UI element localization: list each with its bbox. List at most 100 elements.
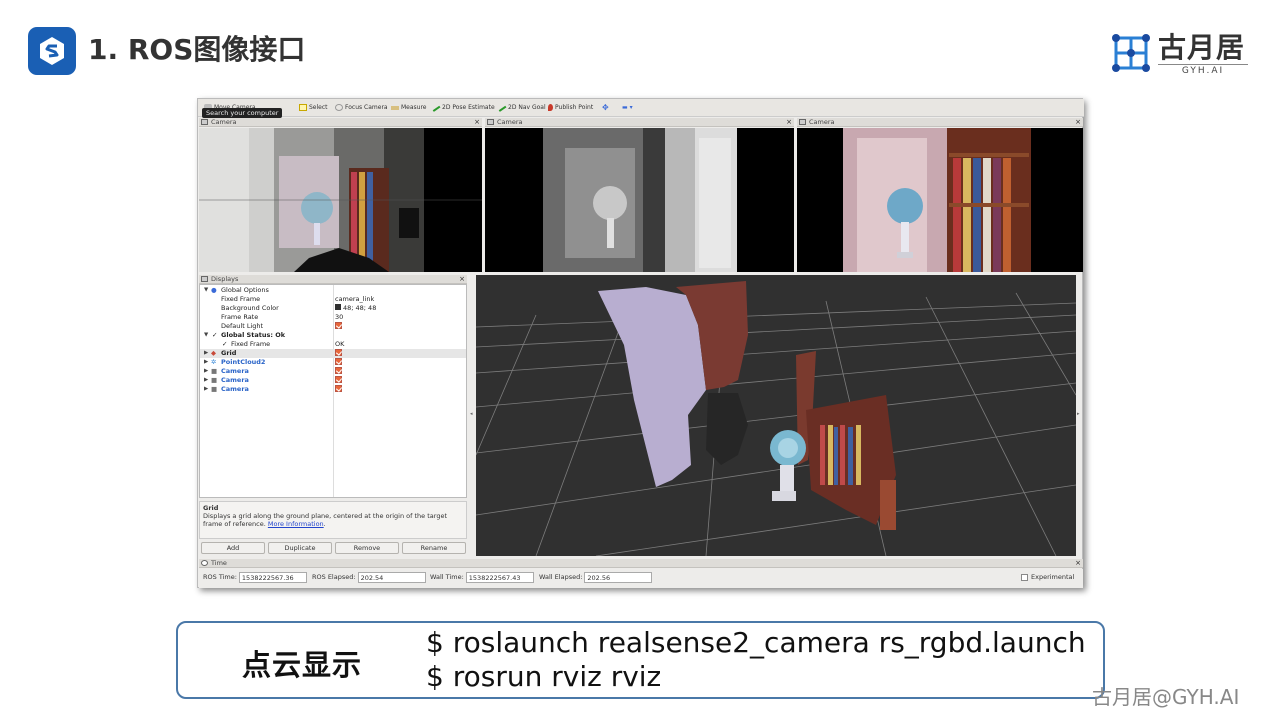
pointcloud-render <box>476 281 1076 556</box>
checkbox-icon[interactable] <box>335 375 342 383</box>
collapse-arrow-icon[interactable]: ▶ <box>204 358 208 367</box>
add-button[interactable]: Add <box>201 542 265 554</box>
command-box: 点云显示 $ roslaunch realsense2_camera rs_rg… <box>176 621 1105 699</box>
close-icon[interactable]: × <box>786 118 792 127</box>
watermark: 古月居@GYH.AI <box>1092 685 1240 709</box>
tree-row-global-options[interactable]: ▼ ● Global Options <box>200 286 466 295</box>
checkmark-icon: ✓ <box>212 331 218 339</box>
camera-icon: ■ <box>211 385 218 393</box>
checkbox-icon[interactable] <box>335 357 342 365</box>
tool-2d-pose-estimate[interactable]: 2D Pose Estimate <box>431 103 495 113</box>
checkbox-icon[interactable] <box>335 321 342 329</box>
camera-icon <box>799 119 806 125</box>
gear-icon: ● <box>211 286 217 294</box>
checkbox-icon[interactable] <box>335 366 342 374</box>
camera-panel-header-1: Camera × <box>199 118 482 127</box>
color-swatch-icon <box>335 304 341 310</box>
camera-panel-header-2: Camera × <box>485 118 794 127</box>
tool-add-menu[interactable]: ▬ ▾ <box>622 103 633 113</box>
green-arrow-icon <box>431 103 441 112</box>
checkmark-icon: ✓ <box>222 340 228 348</box>
rviz-window: Move Camera Select Focus Camera Measure … <box>197 98 1084 588</box>
duplicate-button[interactable]: Duplicate <box>268 542 332 554</box>
expand-arrow-icon[interactable]: ▼ <box>204 286 208 295</box>
tree-row-grid[interactable]: ▶ ◆ Grid <box>200 348 466 358</box>
tree-row-camera-2[interactable]: ▶ ■ Camera <box>200 375 466 385</box>
tool-select[interactable]: Select <box>299 103 328 113</box>
time-panel-header: Time × <box>199 559 1083 568</box>
checkbox-icon[interactable] <box>335 384 342 392</box>
green-arrow-icon <box>497 103 507 112</box>
grid-icon: ◆ <box>211 349 216 357</box>
tree-row-status-fixed-frame[interactable]: ✓ Fixed Frame OK <box>200 340 466 349</box>
camera-view-infrared <box>485 128 794 272</box>
tool-measure[interactable]: Measure <box>391 103 427 113</box>
tree-row-pointcloud2[interactable]: ▶ ✲ PointCloud2 <box>200 357 466 367</box>
camera-view-color <box>797 128 1083 272</box>
camera-icon <box>201 119 208 125</box>
command-line-1: $ roslaunch realsense2_camera rs_rgbd.la… <box>426 626 1086 659</box>
time-panel: ROS Time: 1538222567.36 ROS Elapsed: 202.5… <box>199 569 1083 588</box>
tool-focus-camera[interactable]: Focus Camera <box>335 103 388 113</box>
brand-logo: 古月居 GYH.AI <box>1110 30 1255 78</box>
collapse-left-arrow-icon[interactable]: ◂ <box>470 411 473 417</box>
displays-tree: ▼ ● Global Options Fixed Frame camera_link … <box>199 284 467 498</box>
expand-arrow-icon[interactable]: ▼ <box>204 331 208 340</box>
checkbox-icon[interactable] <box>1021 573 1028 581</box>
close-icon[interactable]: × <box>1075 118 1081 127</box>
close-icon[interactable]: × <box>1075 559 1081 568</box>
tree-row-frame-rate[interactable]: Frame Rate 30 <box>200 313 466 322</box>
checkbox-icon[interactable] <box>335 348 342 356</box>
tree-row-global-status[interactable]: ▼ ✓ Global Status: Ok <box>200 331 466 340</box>
collapse-arrow-icon[interactable]: ▶ <box>204 376 208 385</box>
collapse-arrow-icon[interactable]: ▶ <box>204 367 208 376</box>
brand-name-cn: 古月居 <box>1158 31 1246 64</box>
collapse-arrow-icon[interactable]: ▶ <box>204 349 208 358</box>
collapse-arrow-icon[interactable]: ▶ <box>204 385 208 394</box>
camera-panel-header-3: Camera × <box>797 118 1083 127</box>
wall-elapsed-field: Wall Elapsed: 202.56 <box>539 572 653 583</box>
tool-2d-nav-goal[interactable]: 2D Nav Goal <box>497 103 546 113</box>
command-line-2: $ rosrun rviz rviz <box>426 660 662 693</box>
displays-panel-header: Displays × <box>199 275 467 284</box>
rename-button[interactable]: Rename <box>402 542 466 554</box>
select-icon <box>299 104 307 111</box>
ros-elapsed-field: ROS Elapsed: 202.54 <box>312 572 426 583</box>
brand-name-en: GYH.AI <box>1158 64 1248 76</box>
clock-icon <box>201 560 208 566</box>
map-pin-icon <box>548 104 553 111</box>
more-information-link[interactable]: More Information <box>268 520 324 528</box>
display-description: Grid Displays a grid along the ground pl… <box>199 501 467 539</box>
tree-row-camera-3[interactable]: ▶ ■ Camera <box>200 384 466 394</box>
tree-row-fixed-frame[interactable]: Fixed Frame camera_link <box>200 295 466 304</box>
camera-view-depth-overlay <box>199 128 482 272</box>
tool-interact[interactable]: ✥ <box>602 103 609 113</box>
camera-icon: ■ <box>211 367 218 375</box>
network-logo-icon <box>1112 34 1150 72</box>
close-icon[interactable]: × <box>459 275 465 284</box>
focus-camera-icon <box>335 104 343 111</box>
tree-row-default-light[interactable]: Default Light <box>200 321 466 331</box>
ruler-icon <box>391 105 399 110</box>
hexagon-logo-icon <box>40 37 64 65</box>
crosshair-icon: ✥ <box>602 103 609 112</box>
minus-dropdown-icon: ▬ ▾ <box>622 104 633 111</box>
camera-icon: ■ <box>211 376 218 384</box>
ros-time-field: ROS Time: 1538222567.36 <box>203 572 307 583</box>
tree-row-camera-1[interactable]: ▶ ■ Camera <box>200 366 466 376</box>
command-label: 点云显示 <box>242 648 363 682</box>
monitor-icon <box>201 276 208 282</box>
camera-icon <box>487 119 494 125</box>
collapse-right-arrow-icon[interactable]: ▸ <box>1077 411 1080 417</box>
experimental-toggle[interactable]: Experimental <box>1021 572 1074 583</box>
3d-render-view[interactable] <box>476 275 1076 556</box>
remove-button[interactable]: Remove <box>335 542 399 554</box>
pointcloud-icon: ✲ <box>211 358 217 366</box>
wall-time-field: Wall Time: 1538222567.43 <box>430 572 534 583</box>
tree-row-background-color[interactable]: Background Color 48; 48; 48 <box>200 304 466 313</box>
rviz-toolbar: Move Camera Select Focus Camera Measure … <box>198 99 1084 118</box>
slide-title: 1. ROS图像接口 <box>88 33 306 66</box>
close-icon[interactable]: × <box>474 118 480 127</box>
tool-publish-point[interactable]: Publish Point <box>548 103 593 113</box>
displays-panel: Displays × ▼ ● Global Options Fixed Frame ca… <box>199 275 467 559</box>
